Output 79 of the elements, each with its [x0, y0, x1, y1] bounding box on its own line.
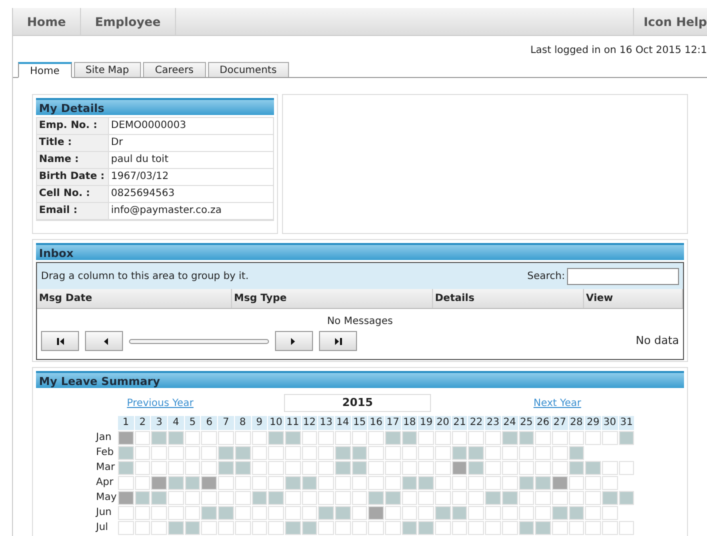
month-label: Feb: [96, 446, 115, 460]
day-header: 17: [385, 416, 401, 430]
field-label: Birth Date :: [37, 169, 109, 185]
previous-page-button[interactable]: [85, 331, 123, 351]
field-value: info@paymaster.co.za: [110, 204, 223, 218]
day-header: 30: [602, 416, 618, 430]
day-header: 14: [334, 416, 351, 430]
day-header: 9: [252, 416, 268, 430]
last-page-button[interactable]: [319, 331, 357, 351]
field-label: Email :: [37, 203, 109, 219]
month-label: Jun: [96, 506, 113, 520]
last-login-text: Last logged in on 16 Oct 2015 12:1: [530, 44, 707, 58]
day-header: 1: [118, 416, 134, 430]
month-label: Mar: [96, 461, 116, 475]
day-header: 24: [502, 416, 518, 430]
field-value: DEMO0000003: [110, 119, 188, 133]
column-header[interactable]: Details: [433, 289, 584, 308]
panel-title: My Details: [36, 98, 274, 115]
first-page-button[interactable]: [41, 331, 79, 351]
panel-title: Inbox: [36, 243, 684, 260]
column-header[interactable]: Msg Type: [232, 289, 433, 308]
search-label: Search:: [527, 270, 565, 284]
month-label: Jan: [96, 431, 112, 445]
search-field[interactable]: [567, 268, 679, 284]
day-header: 10: [268, 416, 284, 430]
group-hint: Drag a column to this area to group by it.: [41, 270, 249, 284]
day-header: 6: [201, 416, 218, 430]
field-label: Cell No. :: [37, 186, 109, 202]
day-header: 26: [535, 416, 551, 430]
pager-status: No data: [636, 332, 679, 349]
field-value: Dr: [110, 136, 124, 150]
day-header: 4: [168, 416, 184, 430]
day-header: 7: [218, 416, 234, 430]
day-header: 8: [234, 416, 250, 430]
day-header: 5: [184, 416, 200, 430]
month-label: Jul: [96, 521, 110, 535]
field-value: 0825694563: [110, 187, 176, 201]
skip-start-icon: [56, 336, 64, 346]
day-header: 27: [552, 416, 568, 430]
day-header: 22: [468, 416, 484, 430]
day-header: 23: [485, 416, 501, 430]
field-label: Name :: [37, 152, 109, 168]
day-header: 31: [618, 416, 634, 430]
day-header: 25: [518, 416, 534, 430]
empty-message: No Messages: [327, 315, 393, 329]
month-label: May: [96, 491, 117, 505]
day-header: 16: [368, 416, 384, 430]
month-label: Apr: [96, 476, 114, 490]
day-header: 11: [284, 416, 301, 430]
day-header: 18: [402, 416, 418, 430]
column-header[interactable]: View: [584, 289, 683, 308]
menu-item[interactable]: Icon Help: [632, 8, 707, 35]
column-header[interactable]: Msg Date: [37, 289, 232, 308]
day-header: 21: [452, 416, 468, 430]
year-field: 2015: [284, 394, 431, 412]
day-header: 2: [134, 416, 150, 430]
day-header: 13: [318, 416, 334, 430]
day-header: 19: [418, 416, 434, 430]
field-label: Title :: [37, 135, 109, 151]
skip-end-icon: [334, 336, 342, 346]
tab[interactable]: Site Map: [74, 62, 142, 77]
next-page-button[interactable]: [275, 331, 313, 351]
day-header: 28: [568, 416, 584, 430]
menu-item[interactable]: Home: [13, 8, 81, 35]
pager-slider[interactable]: [129, 338, 269, 344]
tab[interactable]: Documents: [208, 62, 289, 77]
day-header: 3: [151, 416, 168, 430]
menu-item[interactable]: Employee: [80, 8, 176, 35]
panel-title: My Leave Summary: [36, 371, 684, 388]
field-value: 1967/03/12: [110, 170, 170, 184]
tab[interactable]: Home: [18, 62, 72, 78]
day-header: 20: [435, 416, 451, 430]
field-label: Emp. No. :: [37, 118, 109, 134]
day-header: 15: [352, 416, 368, 430]
previous-year-link[interactable]: Previous Year: [126, 396, 194, 410]
field-value: paul du toit: [110, 153, 170, 167]
tab[interactable]: Careers: [143, 62, 206, 77]
day-header: 29: [585, 416, 601, 430]
day-header: 12: [302, 416, 318, 430]
